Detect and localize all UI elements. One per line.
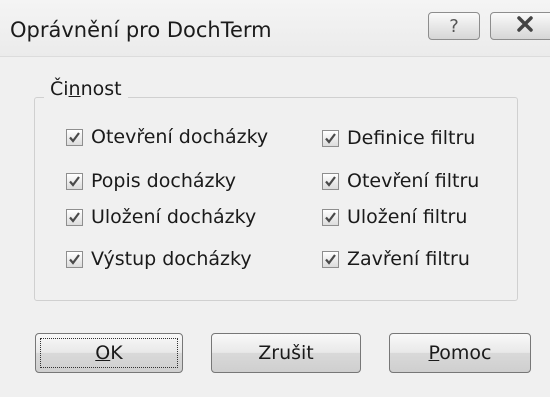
help-label: Pomoc — [428, 342, 492, 364]
checkbox-label: Uložení filtru — [347, 206, 468, 228]
checkbox-label: Definice filtru — [347, 127, 476, 149]
checkbox-check-icon[interactable] — [66, 208, 83, 226]
ok-button[interactable]: OK — [35, 333, 183, 373]
checkbox-label: Popis docházky — [91, 170, 237, 192]
checkbox-zavreni-filtru[interactable]: Zavření filtru — [322, 248, 470, 270]
help-title-button[interactable]: ? — [428, 12, 480, 40]
checkbox-label: Otevření docházky — [91, 126, 269, 148]
checkbox-definice-filtru[interactable]: Definice filtru — [322, 127, 475, 149]
checkbox-ulozeni-filtru[interactable]: Uložení filtru — [322, 206, 467, 228]
checkbox-popis-dochazky[interactable]: Popis docházky — [66, 170, 236, 192]
checkbox-otevreni-filtru[interactable]: Otevření filtru — [322, 170, 479, 192]
checkbox-check-icon[interactable] — [322, 129, 339, 147]
cancel-button[interactable]: Zrušit — [211, 333, 361, 373]
focus-rect — [40, 338, 178, 368]
checkbox-check-icon[interactable] — [66, 250, 83, 268]
checkbox-label: Otevření filtru — [347, 170, 480, 192]
title-bar[interactable]: Oprávnění pro DochTerm ? — [0, 0, 550, 56]
checkbox-check-icon[interactable] — [322, 208, 339, 226]
groupbox-label: Činnost — [44, 78, 128, 100]
checkbox-vystup-dochazky[interactable]: Výstup docházky — [66, 248, 252, 270]
checkbox-ulozeni-dochazky[interactable]: Uložení docházky — [66, 206, 256, 228]
checkbox-label: Zavření filtru — [347, 248, 470, 270]
checkbox-check-icon[interactable] — [322, 250, 339, 268]
dialog-body: Činnost Otevření docházky Popis docházky… — [0, 56, 550, 397]
checkbox-check-icon[interactable] — [66, 172, 83, 190]
close-button[interactable] — [490, 12, 550, 40]
permissions-dialog: Oprávnění pro DochTerm ? Činnost Otevřen… — [0, 0, 550, 397]
question-icon: ? — [449, 15, 459, 37]
help-button[interactable]: Pomoc — [389, 333, 531, 373]
checkbox-label: Uložení docházky — [91, 206, 257, 228]
checkbox-otevreni-dochazky[interactable]: Otevření docházky — [66, 126, 268, 148]
cancel-label: Zrušit — [258, 342, 314, 364]
window-title: Oprávnění pro DochTerm — [10, 18, 272, 42]
checkbox-check-icon[interactable] — [322, 172, 339, 190]
close-icon — [514, 15, 536, 37]
checkbox-label: Výstup docházky — [91, 248, 252, 270]
checkbox-check-icon[interactable] — [66, 128, 83, 146]
